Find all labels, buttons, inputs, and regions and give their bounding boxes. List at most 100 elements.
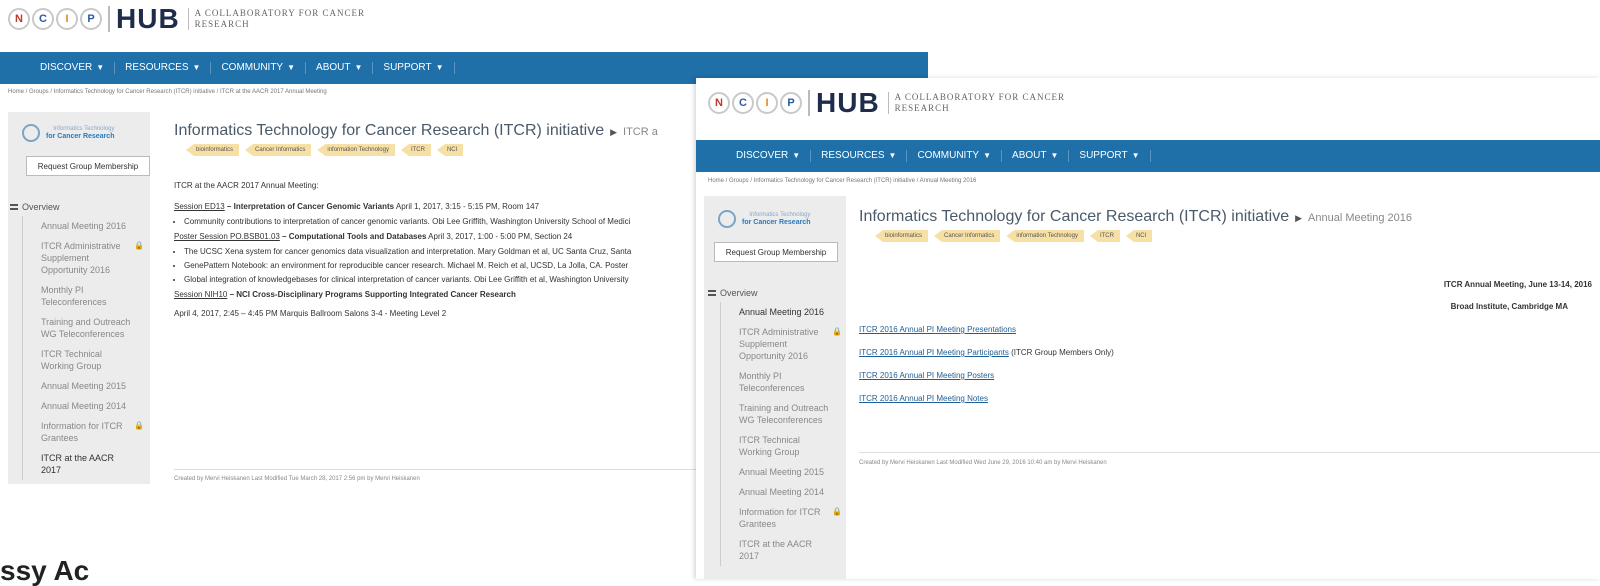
tag[interactable]: NCI [436, 144, 464, 156]
session-code-link[interactable]: Session NIH10 [174, 290, 227, 299]
tag[interactable]: ITCR [1089, 230, 1120, 242]
request-membership-button[interactable]: Request Group Membership [26, 156, 150, 176]
logo-circles: N C I P [8, 8, 102, 30]
logo-letter-p: P [80, 8, 102, 30]
sidebar-item-monthly-pi[interactable]: Monthly PI Teleconferences [22, 280, 150, 312]
ncip-hub-logo[interactable]: N C I P HUB A COLLABORATORY FOR CANCER R… [708, 87, 1075, 118]
presentations-link[interactable]: ITCR 2016 Annual PI Meeting Presentation… [859, 325, 1016, 334]
logo-divider [808, 90, 810, 116]
nav-label: DISCOVER [736, 150, 789, 161]
sidebar-item-label: Monthly PI Teleconferences [739, 371, 805, 393]
tag[interactable]: information Technology [317, 144, 395, 156]
caret-down-icon: ▼ [287, 63, 296, 72]
logo-letter-i: I [756, 92, 778, 114]
group-logo[interactable]: Informatics Technology for Cancer Researc… [718, 208, 834, 230]
sidebar-item-label: ITCR Technical Working Group [41, 349, 102, 371]
notes-link[interactable]: ITCR 2016 Annual PI Meeting Notes [859, 394, 988, 403]
nav-resources[interactable]: RESOURCES ▼ [115, 62, 212, 74]
tag[interactable]: bioinformatics [186, 144, 240, 156]
sidebar-item-label: Training and Outreach WG Teleconferences [739, 403, 829, 425]
list-item: ITCR 2016 Annual PI Meeting Notes [859, 393, 1114, 404]
sidebar-item-annual-meeting-2016[interactable]: Annual Meeting 2016 [720, 302, 848, 322]
menu-icon [708, 290, 716, 296]
caret-down-icon: ▼ [1131, 151, 1140, 160]
sidebar-item-technical-wg[interactable]: ITCR Technical Working Group [22, 344, 150, 376]
session-code-link[interactable]: Poster Session PO.BSB01.03 [174, 232, 280, 241]
sidebar-item-label: Annual Meeting 2014 [739, 487, 825, 497]
group-logo-text: Informatics Technology for Cancer Researc… [742, 211, 810, 227]
group-title-text[interactable]: Informatics Technology for Cancer Resear… [174, 122, 604, 139]
side-menu: Overview Annual Meeting 2016 ITCR Admini… [706, 282, 848, 566]
tag[interactable]: NCI [1125, 230, 1153, 242]
logo-divider [108, 6, 110, 32]
nav-label: ABOUT [316, 62, 351, 73]
caret-down-icon: ▼ [354, 63, 363, 72]
group-logo-icon [718, 210, 736, 228]
overview-label: Overview [720, 288, 758, 298]
sidebar-item-annual-meeting-2015[interactable]: Annual Meeting 2015 [22, 376, 150, 396]
tag-list: bioinformatics Cancer Informatics inform… [875, 230, 1599, 242]
breadcrumb[interactable]: Home / Groups / Informatics Technology f… [8, 89, 327, 95]
logo-letter-c: C [32, 8, 54, 30]
arrow-right-icon: ▶ [610, 127, 618, 137]
session-title: – Interpretation of Cancer Genomic Varia… [224, 202, 395, 211]
nav-about[interactable]: ABOUT ▼ [1002, 150, 1070, 162]
sidebar-item-label: Information for ITCR Grantees [739, 507, 821, 529]
request-membership-button[interactable]: Request Group Membership [714, 242, 838, 262]
tag[interactable]: information Technology [1006, 230, 1084, 242]
nav-support[interactable]: SUPPORT ▼ [1069, 150, 1151, 162]
menu-icon [10, 204, 18, 210]
tag[interactable]: Cancer Informatics [245, 144, 312, 156]
group-title-text[interactable]: Informatics Technology for Cancer Resear… [859, 208, 1289, 225]
sidebar-item-label: Training and Outreach WG Teleconferences [41, 317, 131, 339]
sidebar-item-aacr-2017[interactable]: ITCR at the AACR 2017 [22, 448, 150, 480]
ncip-hub-logo[interactable]: N C I P HUB A COLLABORATORY FOR CANCER R… [8, 3, 375, 34]
partial-heading-text: ssy Ac [0, 555, 90, 586]
nav-discover[interactable]: DISCOVER ▼ [726, 150, 812, 162]
nav-label: COMMUNITY [917, 150, 980, 161]
nav-label: RESOURCES [821, 150, 885, 161]
sidebar-item-training-outreach[interactable]: Training and Outreach WG Teleconferences [720, 398, 848, 430]
group-logo-line2: for Cancer Research [46, 133, 115, 140]
nav-support[interactable]: SUPPORT ▼ [373, 62, 455, 74]
group-logo[interactable]: Informatics Technology for Cancer Researc… [22, 122, 138, 144]
sidebar-item-annual-meeting-2015[interactable]: Annual Meeting 2015 [720, 462, 848, 482]
participants-link[interactable]: ITCR 2016 Annual PI Meeting Participants [859, 348, 1009, 357]
nav-community[interactable]: COMMUNITY ▼ [211, 62, 307, 74]
sidebar-item-label: Annual Meeting 2016 [739, 307, 825, 317]
logo-hub-text: HUB [116, 3, 180, 34]
nav-resources[interactable]: RESOURCES ▼ [811, 150, 908, 162]
sidebar-item-monthly-pi[interactable]: Monthly PI Teleconferences [720, 366, 848, 398]
nav-label: COMMUNITY [221, 62, 284, 73]
session-code-link[interactable]: Session ED13 [174, 202, 225, 211]
overview-link[interactable]: Overview [706, 282, 848, 302]
posters-link[interactable]: ITCR 2016 Annual PI Meeting Posters [859, 371, 994, 380]
logo-tagline: A COLLABORATORY FOR CANCER RESEARCH [187, 8, 375, 30]
lock-icon: 🔒 [134, 241, 144, 250]
sidebar-item-label: Annual Meeting 2015 [41, 381, 127, 391]
sidebar-item-annual-meeting-2014[interactable]: Annual Meeting 2014 [22, 396, 150, 416]
tag[interactable]: Cancer Informatics [934, 230, 1001, 242]
sidebar-item-aacr-2017[interactable]: ITCR at the AACR 2017 [720, 534, 848, 566]
tag[interactable]: bioinformatics [875, 230, 929, 242]
sidebar-item-training-outreach[interactable]: Training and Outreach WG Teleconferences [22, 312, 150, 344]
logo-letter-n: N [708, 92, 730, 114]
sidebar-item-technical-wg[interactable]: ITCR Technical Working Group [720, 430, 848, 462]
sidebar-item-admin-supplement[interactable]: ITCR Administrative Supplement Opportuni… [22, 236, 150, 280]
nav-community[interactable]: COMMUNITY ▼ [907, 150, 1003, 162]
tag[interactable]: ITCR [400, 144, 431, 156]
nav-label: SUPPORT [383, 62, 432, 73]
overview-link[interactable]: Overview [8, 196, 150, 216]
nav-discover[interactable]: DISCOVER ▼ [30, 62, 116, 74]
nav-about[interactable]: ABOUT ▼ [306, 62, 374, 74]
sidebar-item-info-grantees[interactable]: Information for ITCR Grantees 🔒 [720, 502, 848, 534]
sidebar-item-admin-supplement[interactable]: ITCR Administrative Supplement Opportuni… [720, 322, 848, 366]
logo-letter-n: N [8, 8, 30, 30]
sidebar-item-annual-meeting-2014[interactable]: Annual Meeting 2014 [720, 482, 848, 502]
sidebar-item-label: Annual Meeting 2015 [739, 467, 825, 477]
breadcrumb[interactable]: Home / Groups / Informatics Technology f… [708, 178, 976, 184]
group-logo-line1: Informatics Technology [749, 212, 811, 218]
nav-label: RESOURCES [125, 62, 189, 73]
sidebar-item-annual-meeting-2016[interactable]: Annual Meeting 2016 [22, 216, 150, 236]
sidebar-item-info-grantees[interactable]: Information for ITCR Grantees 🔒 [22, 416, 150, 448]
